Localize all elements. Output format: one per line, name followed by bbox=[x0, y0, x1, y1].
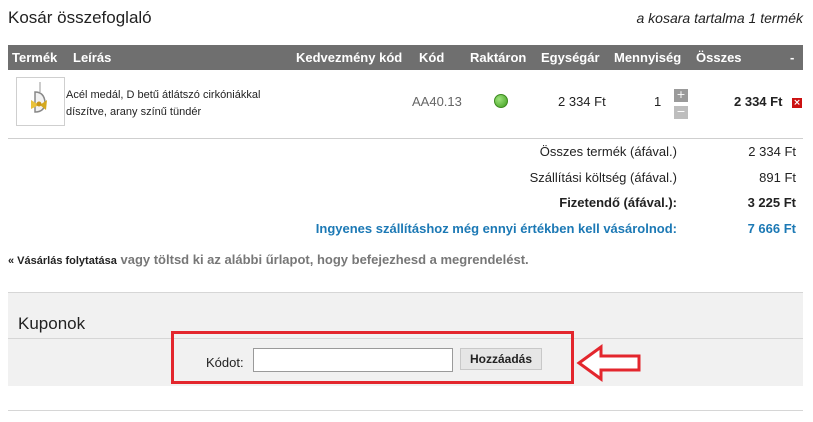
pendant-image-icon bbox=[31, 82, 47, 113]
product-thumbnail[interactable] bbox=[16, 77, 65, 126]
col-in-stock: Raktáron bbox=[470, 50, 527, 65]
col-code: Kód bbox=[419, 50, 445, 65]
cart-summary-text: a kosara tartalma 1 termék bbox=[636, 10, 803, 26]
continue-shopping-line: « Vásárlás folytatása vagy töltsd ki az … bbox=[8, 252, 529, 267]
col-total: Összes bbox=[696, 50, 742, 65]
payable-value: 3 225 Ft bbox=[747, 195, 796, 210]
col-description: Leírás bbox=[73, 50, 112, 65]
page-title: Kosár összefoglaló bbox=[8, 8, 152, 27]
shipping-cost-value: 891 Ft bbox=[759, 170, 796, 185]
product-description[interactable]: Acél medál, D betű átlátszó cirkóniákkal… bbox=[66, 87, 296, 121]
quantity-decrease-button[interactable]: − bbox=[674, 106, 688, 119]
unit-price: 2 334 Ft bbox=[558, 94, 606, 109]
items-total-value: 2 334 Ft bbox=[748, 144, 796, 159]
col-product: Termék bbox=[12, 50, 58, 65]
product-code: AA40.13 bbox=[412, 94, 462, 109]
free-shipping-value: 7 666 Ft bbox=[747, 221, 796, 236]
coupons-title: Kuponok bbox=[18, 314, 86, 333]
col-unit-price: Egységár bbox=[541, 50, 600, 65]
shipping-cost-label: Szállítási költség (áfával.) bbox=[529, 170, 677, 185]
payable-label: Fizetendő (áfával.): bbox=[559, 195, 677, 210]
continue-shopping-text: vagy töltsd ki az alábbi űrlapot, hogy b… bbox=[120, 252, 529, 267]
col-quantity: Mennyiség bbox=[614, 50, 682, 65]
cart-table-header: Termék Leírás Kedvezmény kód Kód Raktáro… bbox=[8, 45, 803, 70]
quantity-increase-button[interactable]: + bbox=[674, 89, 688, 102]
section-divider bbox=[8, 410, 803, 411]
remove-item-button[interactable]: × bbox=[792, 98, 802, 108]
continue-shopping-link[interactable]: « Vásárlás folytatása bbox=[8, 255, 117, 267]
free-shipping-label: Ingyenes szállításhoz még ennyi értékben… bbox=[315, 221, 677, 236]
quantity-value: 1 bbox=[654, 94, 662, 109]
left-arrow-icon bbox=[576, 344, 641, 382]
highlight-box bbox=[171, 331, 574, 384]
col-discount-code: Kedvezmény kód bbox=[296, 50, 403, 65]
in-stock-indicator-icon bbox=[494, 94, 508, 108]
table-row: Acél medál, D betű átlátszó cirkóniákkal… bbox=[8, 72, 803, 139]
row-total: 2 334 Ft bbox=[734, 94, 783, 109]
col-remove: - bbox=[790, 50, 795, 65]
items-total-label: Összes termék (áfával.) bbox=[539, 144, 677, 159]
